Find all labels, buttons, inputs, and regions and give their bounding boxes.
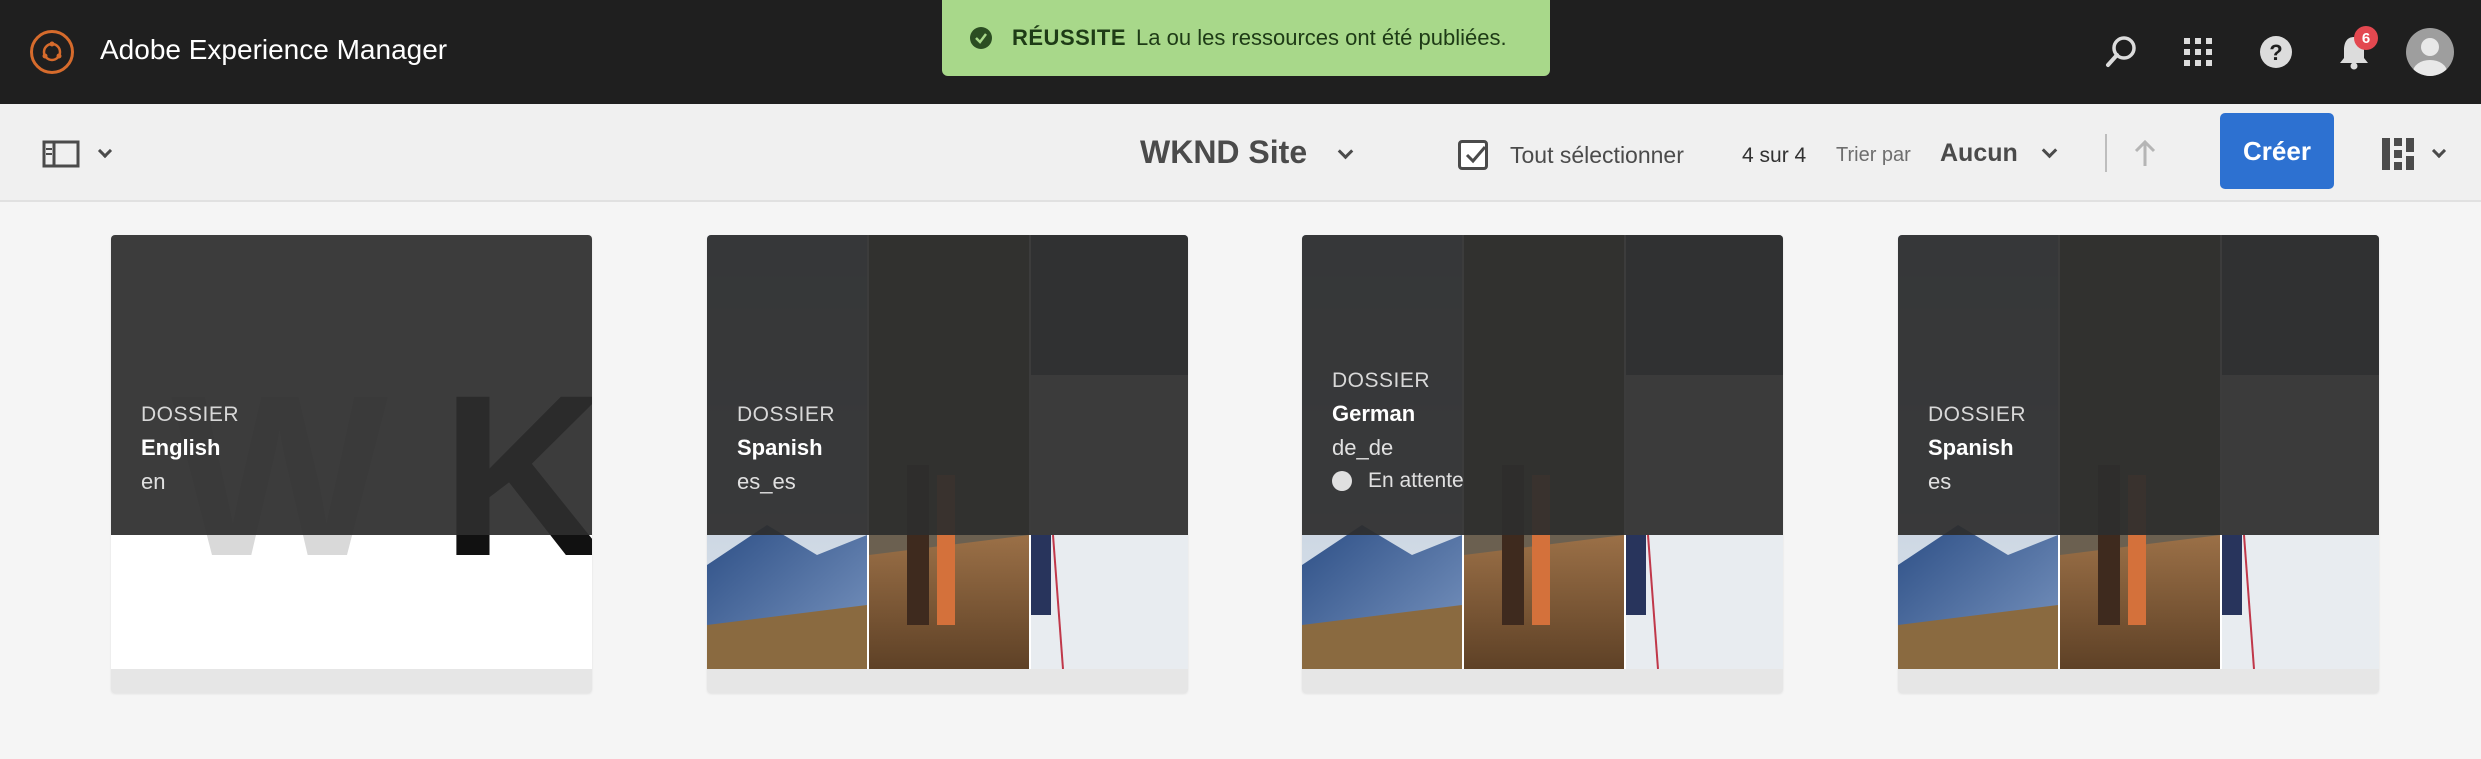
card-title: English bbox=[141, 435, 221, 460]
sort-direction-button[interactable] bbox=[2132, 138, 2158, 168]
select-all-checkbox-icon bbox=[1458, 140, 1488, 170]
user-avatar[interactable] bbox=[2406, 28, 2454, 76]
card-language: de_de bbox=[1332, 435, 1394, 460]
app-title[interactable]: Adobe Experience Manager bbox=[100, 34, 447, 66]
folder-card-spanish-es[interactable]: DOSSIER Spanish es bbox=[1898, 235, 2379, 693]
view-switcher-button[interactable] bbox=[2380, 136, 2447, 172]
svg-text:?: ? bbox=[2269, 40, 2282, 65]
globe-icon bbox=[1332, 471, 1352, 491]
rail-panel-icon bbox=[42, 140, 80, 168]
select-all-label: Tout sélectionner bbox=[1510, 141, 1684, 168]
action-bar: WKND Site Tout sélectionner 4 sur 4 Trie… bbox=[0, 104, 2481, 202]
toast-message: La ou les ressources ont été publiées. bbox=[1136, 25, 1507, 50]
help-icon[interactable]: ? bbox=[2256, 32, 2296, 72]
card-info-overlay: DOSSIER English en bbox=[111, 235, 592, 535]
card-info-overlay: DOSSIER Spanish es bbox=[1898, 235, 2379, 535]
success-check-icon bbox=[970, 27, 992, 49]
rail-toggle-button[interactable] bbox=[42, 140, 113, 168]
toolbar-divider bbox=[2105, 134, 2107, 172]
success-toast: RÉUSSITE La ou les ressources ont été pu… bbox=[942, 0, 1550, 76]
card-type: DOSSIER bbox=[141, 403, 240, 426]
select-all-button[interactable]: Tout sélectionner bbox=[1458, 140, 1684, 170]
sort-value: Aucun bbox=[1940, 139, 2018, 167]
folder-card-spanish-es-es[interactable]: DOSSIER Spanish es_es bbox=[707, 235, 1188, 693]
sort-dropdown[interactable]: Aucun bbox=[1940, 139, 2058, 168]
card-info-overlay: DOSSIER Spanish es_es bbox=[707, 235, 1188, 535]
folder-card-english[interactable]: W K N DOSSIER English en bbox=[111, 235, 592, 693]
status-text: En attente bbox=[1368, 469, 1464, 492]
card-language: es bbox=[1928, 469, 1952, 494]
site-title-dropdown[interactable]: WKND Site bbox=[1140, 134, 1354, 171]
search-icon[interactable] bbox=[2102, 32, 2142, 72]
card-type: DOSSIER bbox=[1332, 369, 1431, 392]
card-language: es_es bbox=[737, 469, 796, 494]
solutions-grid-icon[interactable] bbox=[2178, 32, 2218, 72]
chevron-down-icon bbox=[2041, 142, 2058, 159]
create-button[interactable]: Créer bbox=[2220, 113, 2334, 189]
card-title: Spanish bbox=[737, 435, 823, 460]
card-type: DOSSIER bbox=[1928, 403, 2027, 426]
toast-label: RÉUSSITE bbox=[1012, 25, 1127, 50]
chevron-down-icon bbox=[1337, 143, 1354, 160]
card-view-icon bbox=[2382, 138, 2414, 170]
notification-count-badge: 6 bbox=[2354, 26, 2378, 50]
chevron-down-icon bbox=[2431, 143, 2447, 159]
aem-logo-icon[interactable] bbox=[30, 30, 74, 74]
arrow-up-icon bbox=[2134, 139, 2156, 166]
folder-card-german[interactable]: DOSSIER German de_de En attente bbox=[1302, 235, 1783, 693]
card-title: Spanish bbox=[1928, 435, 2014, 460]
card-type: DOSSIER bbox=[737, 403, 836, 426]
publication-status: En attente bbox=[1332, 469, 1464, 493]
chevron-down-icon bbox=[97, 143, 113, 159]
card-title: German bbox=[1332, 401, 1416, 426]
sort-label: Trier par bbox=[1836, 144, 1911, 166]
site-title: WKND Site bbox=[1140, 134, 1308, 170]
aem-logo-glyph bbox=[42, 41, 62, 62]
card-language: en bbox=[141, 469, 166, 494]
item-count: 4 sur 4 bbox=[1742, 144, 1807, 167]
card-info-overlay: DOSSIER German de_de En attente bbox=[1302, 235, 1783, 535]
